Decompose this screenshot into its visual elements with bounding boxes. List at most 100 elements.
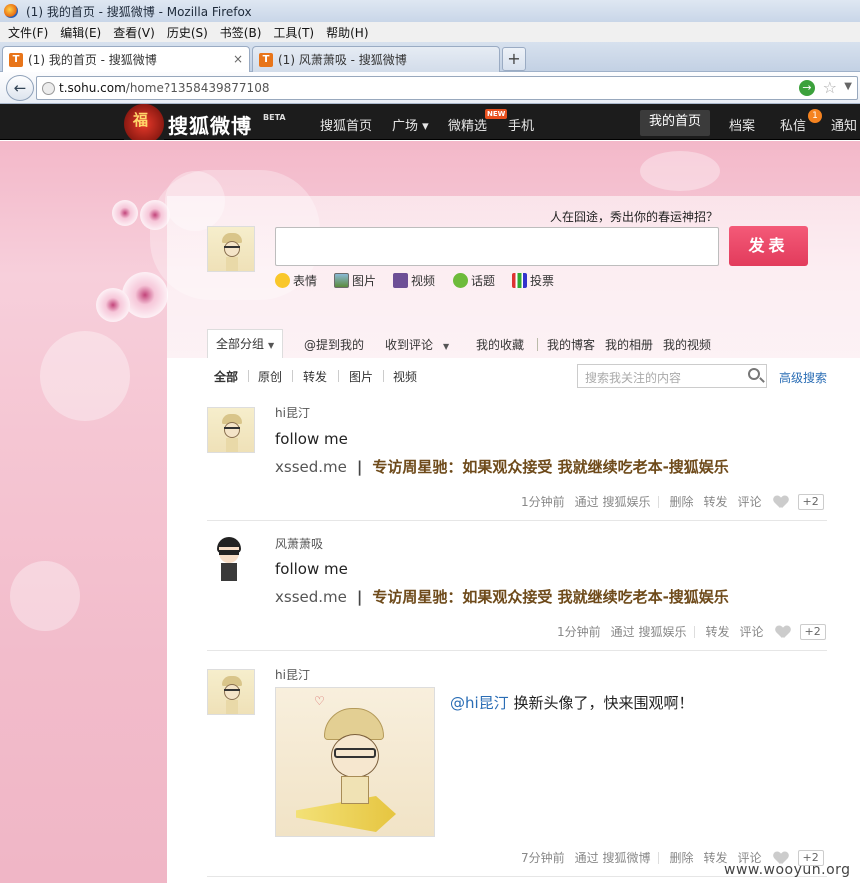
feed-author[interactable]: 风萧萧吸	[275, 535, 323, 552]
advanced-search-link[interactable]: 高级搜索	[779, 369, 827, 386]
flower-decoration	[122, 272, 168, 318]
subtab-original[interactable]: 原创	[258, 368, 282, 385]
timeline-panel	[167, 358, 860, 883]
divider	[338, 370, 339, 382]
avatar[interactable]	[207, 669, 255, 715]
bookmark-star-icon[interactable]: ☆	[823, 78, 837, 97]
post-button[interactable]: 发表	[729, 226, 808, 266]
tab-other-profile[interactable]: T (1) 风萧萧吸 - 搜狐微博	[252, 46, 500, 72]
nav-mobile[interactable]: 手机	[508, 115, 534, 134]
speech-bubble-icon	[453, 273, 468, 288]
filter-favorites[interactable]: 我的收藏	[476, 336, 524, 353]
post-time[interactable]: 1分钟前	[557, 623, 601, 640]
navigation-bar: ← t.sohu.com/home?1358439877108 → ☆ ▼	[0, 72, 860, 104]
nav-my-home[interactable]: 我的首页	[640, 110, 711, 136]
post-source[interactable]: 通过 搜狐娱乐	[575, 493, 651, 510]
tool-image[interactable]: 图片	[334, 272, 376, 289]
site-header: 福 搜狐微博 BETA 搜狐首页 广场 ▾ 微精选 NEW 手机 我的首页 档案…	[0, 104, 860, 140]
subtab-videos[interactable]: 视频	[393, 368, 417, 385]
plus-count-button[interactable]: +2	[797, 493, 824, 510]
nav-square[interactable]: 广场 ▾	[392, 115, 429, 134]
like-heart-icon[interactable]	[774, 496, 788, 508]
watermark: www.wooyun.org	[724, 862, 851, 878]
filter-tabs: 全部分组 ▼ @提到我的 收到评论 ▼ 我的收藏 我的博客 我的相册 我的视频	[167, 328, 860, 358]
beta-label: BETA	[263, 113, 286, 122]
feed-link[interactable]: xssed.me | 专访周星驰：如果观众接受 我就继续吃老本-搜狐娱乐	[275, 456, 729, 477]
feed-link[interactable]: xssed.me | 专访周星驰：如果观众接受 我就继续吃老本-搜狐娱乐	[275, 586, 729, 607]
fu-logo-icon: 福	[124, 104, 164, 140]
nav-notify[interactable]: 通知	[831, 115, 857, 134]
site-logo[interactable]: 搜狐微博	[168, 110, 252, 139]
avatar[interactable]	[207, 407, 255, 453]
filter-all-groups[interactable]: 全部分组 ▼	[207, 329, 284, 358]
filter-album[interactable]: 我的相册	[605, 336, 653, 353]
feed-author[interactable]: hi昆汀	[275, 666, 310, 683]
filter-at-me[interactable]: @提到我的	[304, 336, 364, 353]
repost-link[interactable]: 转发	[703, 493, 727, 510]
menu-file[interactable]: 文件(F)	[2, 24, 54, 41]
tab-label: (1) 我的首页 - 搜狐微博	[28, 53, 157, 67]
post-textarea[interactable]	[275, 227, 719, 266]
tool-vote[interactable]: 投票	[512, 272, 554, 289]
comment-link[interactable]: 评论	[738, 493, 762, 510]
nav-messages[interactable]: 私信	[780, 115, 806, 134]
flower-decoration	[112, 200, 138, 226]
search-icon[interactable]	[748, 368, 760, 380]
feed-author[interactable]: hi昆汀	[275, 404, 310, 421]
plus-count-button[interactable]: +2	[799, 623, 826, 640]
window-title: (1) 我的首页 - 搜狐微博 - Mozilla Firefox	[26, 4, 252, 19]
feed-meta: 1分钟前 通过 搜狐娱乐 删除 转发 评论 +2	[521, 493, 824, 510]
search-placeholder: 搜索我关注的内容	[585, 371, 682, 385]
address-bar[interactable]: t.sohu.com/home?1358439877108 → ☆ ▼	[36, 76, 858, 100]
back-button[interactable]: ←	[6, 75, 34, 101]
tool-video[interactable]: 视频	[393, 272, 435, 289]
post-time[interactable]: 1分钟前	[521, 493, 565, 510]
filter-video[interactable]: 我的视频	[663, 336, 711, 353]
feed-text: follow me	[275, 560, 348, 578]
search-input[interactable]: 搜索我关注的内容	[577, 364, 767, 388]
nav-profile[interactable]: 档案	[729, 115, 755, 134]
post-source[interactable]: 通过 搜狐娱乐	[611, 623, 687, 640]
like-heart-icon[interactable]	[776, 626, 790, 638]
address-url: t.sohu.com/home?1358439877108	[59, 81, 270, 95]
bubble-decoration	[40, 331, 130, 421]
menu-tools[interactable]: 工具(T)	[267, 24, 320, 41]
subtab-images[interactable]: 图片	[349, 368, 373, 385]
my-avatar[interactable]	[207, 226, 255, 272]
tab-close-icon[interactable]: ×	[233, 52, 243, 66]
delete-link[interactable]: 删除	[669, 493, 693, 510]
message-count-badge: 1	[808, 109, 822, 123]
tab-my-home[interactable]: T (1) 我的首页 - 搜狐微博 ×	[2, 46, 250, 72]
nav-picks[interactable]: 微精选	[448, 115, 487, 134]
subtab-repost[interactable]: 转发	[303, 368, 327, 385]
post-time[interactable]: 7分钟前	[521, 849, 565, 866]
new-avatar-image[interactable]: ♡	[275, 687, 435, 837]
delete-link[interactable]: 删除	[669, 849, 693, 866]
tool-emoji[interactable]: 表情	[275, 272, 317, 289]
feed-meta: 1分钟前 通过 搜狐娱乐 转发 评论 +2	[557, 623, 826, 640]
post-source[interactable]: 通过 搜狐微博	[575, 849, 651, 866]
tool-topic[interactable]: 话题	[453, 272, 495, 289]
new-tab-button[interactable]: +	[502, 47, 526, 71]
chevron-down-icon[interactable]: ▼	[844, 81, 852, 92]
sohu-weibo-favicon: T	[9, 52, 23, 67]
filter-blog[interactable]: 我的博客	[547, 336, 595, 353]
subtab-all[interactable]: 全部	[214, 368, 238, 385]
site-identity-icon[interactable]	[42, 82, 55, 95]
menu-bookmarks[interactable]: 书签(B)	[214, 24, 268, 41]
comment-link[interactable]: 评论	[739, 623, 763, 640]
window-titlebar: (1) 我的首页 - 搜狐微博 - Mozilla Firefox	[0, 0, 860, 22]
mention-link[interactable]: @hi昆汀	[450, 694, 509, 712]
avatar[interactable]	[207, 535, 255, 583]
filter-comments[interactable]: 收到评论 ▼	[385, 336, 449, 353]
nav-sohu-home[interactable]: 搜狐首页	[320, 115, 372, 134]
bubble-decoration	[10, 561, 80, 631]
repost-link[interactable]: 转发	[705, 623, 729, 640]
tab-label: (1) 风萧萧吸 - 搜狐微博	[278, 53, 407, 67]
menu-history[interactable]: 历史(S)	[161, 24, 214, 41]
menu-edit[interactable]: 编辑(E)	[54, 24, 107, 41]
feed-text: @hi昆汀 换新头像了，快来围观啊！	[450, 694, 694, 712]
menu-help[interactable]: 帮助(H)	[320, 24, 374, 41]
go-arrow-icon[interactable]: →	[799, 80, 815, 96]
menu-view[interactable]: 查看(V)	[107, 24, 161, 41]
